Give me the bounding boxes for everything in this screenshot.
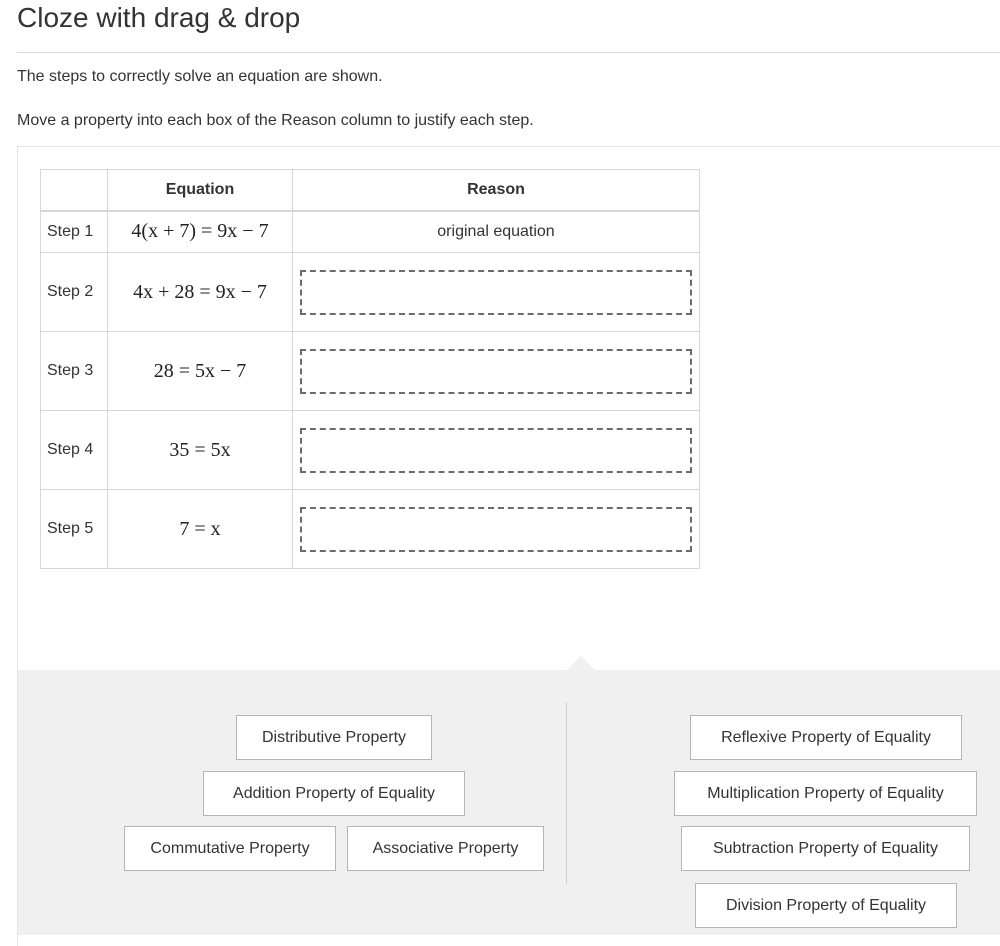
- header-equation: Equation: [107, 169, 293, 212]
- chip-associative-property[interactable]: Associative Property: [347, 826, 544, 871]
- reason-cell: [292, 410, 700, 490]
- reason-cell: original equation: [292, 210, 700, 253]
- instruction-text-2: Move a property into each box of the Rea…: [17, 112, 534, 129]
- reason-drop-box[interactable]: [300, 269, 692, 315]
- page-title: Cloze with drag & drop: [17, 2, 301, 33]
- table-header-row: Equation Reason: [40, 169, 700, 212]
- instruction-text-1: The steps to correctly solve an equation…: [17, 68, 383, 85]
- chip-subtraction-property[interactable]: Subtraction Property of Equality: [681, 826, 970, 871]
- equation-cell: 28 = 5x − 7: [107, 331, 293, 411]
- chip-multiplication-property[interactable]: Multiplication Property of Equality: [674, 771, 977, 816]
- equation-cell: 35 = 5x: [107, 410, 293, 490]
- table-row: Step 2 4x + 28 = 9x − 7: [40, 252, 700, 332]
- step-label: Step 2: [40, 252, 108, 332]
- chip-division-property[interactable]: Division Property of Equality: [695, 883, 957, 928]
- header-reason: Reason: [292, 169, 700, 212]
- header-step: [40, 169, 108, 212]
- reason-drop-box[interactable]: [300, 506, 692, 552]
- steps-table: Equation Reason Step 1 4(x + 7) = 9x − 7…: [40, 169, 700, 569]
- title-divider: [17, 52, 1000, 53]
- table-row: Step 4 35 = 5x: [40, 410, 700, 490]
- reason-cell: [292, 489, 700, 569]
- reason-drop-box[interactable]: [300, 348, 692, 394]
- reason-drop-box[interactable]: [300, 427, 692, 473]
- reason-cell: [292, 331, 700, 411]
- table-row: Step 5 7 = x: [40, 489, 700, 569]
- step-label: Step 3: [40, 331, 108, 411]
- step-label: Step 4: [40, 410, 108, 490]
- step-label: Step 5: [40, 489, 108, 569]
- equation-cell: 4x + 28 = 9x − 7: [107, 252, 293, 332]
- equation-cell: 4(x + 7) = 9x − 7: [107, 210, 293, 253]
- table-row: Step 3 28 = 5x − 7: [40, 331, 700, 411]
- chip-addition-property[interactable]: Addition Property of Equality: [203, 771, 465, 816]
- answer-bank-pointer: [567, 656, 595, 670]
- chip-reflexive-property[interactable]: Reflexive Property of Equality: [690, 715, 962, 760]
- answer-bank-divider: [566, 702, 567, 884]
- chip-commutative-property[interactable]: Commutative Property: [124, 826, 336, 871]
- table-row: Step 1 4(x + 7) = 9x − 7 original equati…: [40, 210, 700, 253]
- reason-cell: [292, 252, 700, 332]
- step-label: Step 1: [40, 210, 108, 253]
- equation-cell: 7 = x: [107, 489, 293, 569]
- chip-distributive-property[interactable]: Distributive Property: [236, 715, 432, 760]
